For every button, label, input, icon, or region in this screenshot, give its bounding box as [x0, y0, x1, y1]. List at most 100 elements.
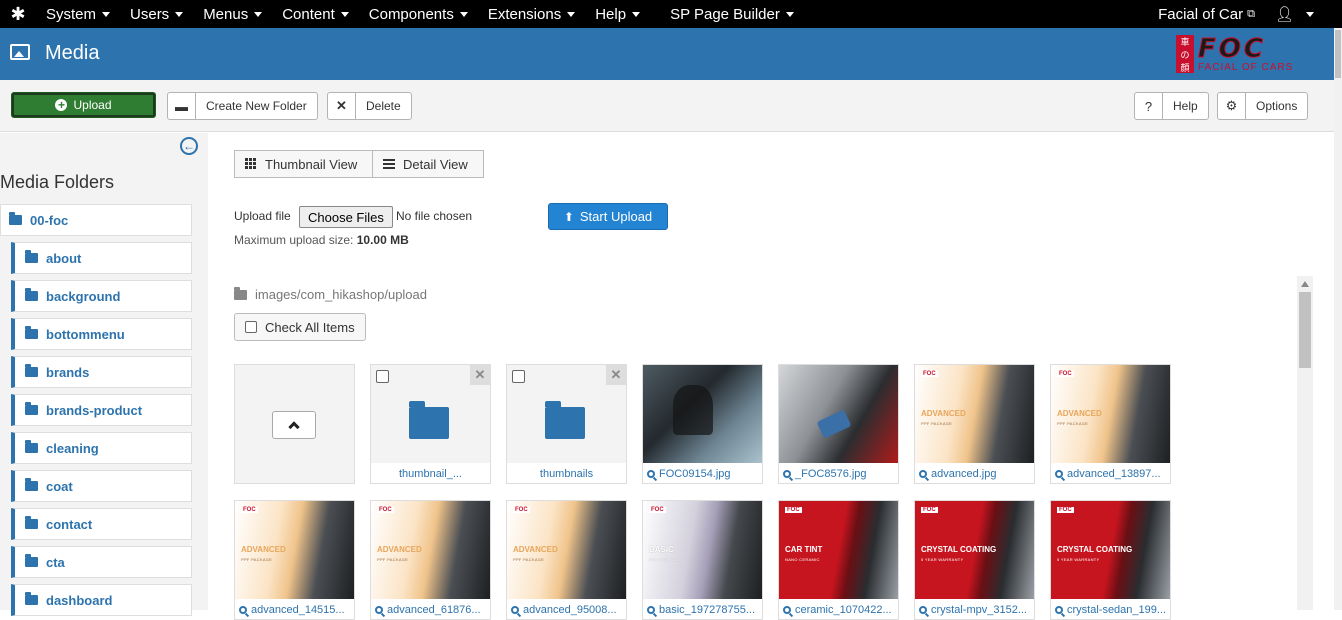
menu-label: Extensions [487, 5, 562, 23]
joomla-icon[interactable]: ✱ [0, 0, 36, 28]
file-caption[interactable]: ceramic_1070422... [779, 601, 898, 619]
check-all-button[interactable]: Check All Items [234, 313, 366, 341]
sidebar-folder-brands[interactable]: brands [11, 356, 192, 388]
image-preview[interactable]: FOC ADVANCED PPF PACKAGE [507, 501, 626, 599]
image-tile[interactable]: FOC ADVANCED PPF PACKAGE advanced_13897... [1050, 364, 1171, 484]
file-name[interactable]: thumbnail_... [371, 465, 490, 483]
folder-tile[interactable]: ✕ thumbnail_... [370, 364, 491, 484]
image-tile[interactable]: FOC ADVANCED PPF PACKAGE advanced_14515... [234, 500, 355, 620]
image-preview[interactable]: FOC BASIC PPF PACKAGE [643, 501, 762, 599]
file-caption[interactable]: advanced_13897... [1051, 465, 1170, 483]
thumbnail-view-button[interactable]: Thumbnail View [234, 150, 373, 178]
image-preview[interactable]: FOC CRYSTAL COATING 5 YEAR WARRANTY [915, 501, 1034, 599]
menu-extensions[interactable]: Extensions [478, 0, 585, 28]
foc-mini-logo: FOC [377, 507, 394, 513]
image-preview[interactable]: FOC CAR TINT NANO CERAMIC [779, 501, 898, 599]
sidebar-folder-coat[interactable]: coat [11, 470, 192, 502]
file-caption[interactable]: _FOC8576.jpg [779, 465, 898, 483]
menu-content[interactable]: Content [272, 0, 359, 28]
detail-view-button[interactable]: Detail View [372, 150, 484, 178]
close-icon: ✕ [328, 93, 356, 119]
up-folder-button[interactable] [272, 411, 316, 439]
menu-help[interactable]: Help [585, 0, 650, 28]
parent-folder-tile[interactable] [234, 364, 355, 484]
zoom-icon [1055, 470, 1063, 478]
file-caption[interactable]: crystal-sedan_199... [1051, 601, 1170, 619]
zoom-icon [783, 470, 791, 478]
sidebar-folder-contact[interactable]: contact [11, 508, 192, 540]
scrollbar-thumb[interactable] [1299, 292, 1311, 368]
image-tile[interactable]: FOC CRYSTAL COATING 5 YEAR WARRANTY crystal… [1050, 500, 1171, 620]
image-thumbnail [779, 365, 898, 463]
site-link[interactable]: Facial of Car ⧉ [1148, 0, 1265, 28]
image-tile[interactable]: FOC CRYSTAL COATING 5 YEAR WARRANTY crystal… [914, 500, 1035, 620]
file-caption[interactable]: advanced.jpg [915, 465, 1034, 483]
sidebar-folder-00-foc[interactable]: 00-foc [0, 204, 192, 236]
file-caption[interactable]: basic_197278755... [643, 601, 762, 619]
caret-down-icon [254, 11, 263, 17]
toolbar: ▬ Create New Folder ✕ Delete ? Help ⚙ Op… [0, 80, 1334, 132]
image-preview[interactable]: FOC ADVANCED PPF PACKAGE [235, 501, 354, 599]
thumbnail-subtext: PPF PACKAGE [513, 557, 545, 562]
sidebar-folder-bottommenu[interactable]: bottommenu [11, 318, 192, 350]
menu-components[interactable]: Components [359, 0, 478, 28]
menu-sp-page-builder[interactable]: SP Page Builder [650, 0, 804, 28]
image-tile[interactable]: FOC CAR TINT NANO CERAMIC ceramic_1070422..… [778, 500, 899, 620]
image-preview[interactable] [643, 365, 762, 463]
collapse-sidebar-icon[interactable]: ← [180, 137, 198, 155]
sidebar-folder-brands-product[interactable]: brands-product [11, 394, 192, 426]
file-caption[interactable]: advanced_61876... [371, 601, 490, 619]
folder-icon: ▬ [168, 93, 196, 119]
start-upload-button[interactable]: ⬆ Start Upload [548, 203, 668, 230]
delete-item-icon[interactable]: ✕ [606, 365, 626, 385]
image-tile[interactable]: FOC09154.jpg [642, 364, 763, 484]
choose-files-button[interactable]: Choose Files [299, 206, 393, 228]
folder-icon [409, 401, 449, 439]
sidebar-folder-dashboard[interactable]: dashboard [11, 584, 192, 616]
folder-tile[interactable]: ✕ thumbnails [506, 364, 627, 484]
user-menu[interactable]: 👤︎ [1265, 0, 1342, 28]
check-all-label: Check All Items [265, 319, 355, 335]
image-tile[interactable]: FOC ADVANCED PPF PACKAGE advanced_61876... [370, 500, 491, 620]
image-preview[interactable]: FOC ADVANCED PPF PACKAGE [1051, 365, 1170, 463]
folder-icon [25, 478, 38, 491]
image-tile[interactable]: FOC BASIC PPF PACKAGE basic_197278755... [642, 500, 763, 620]
image-tile[interactable]: FOC ADVANCED PPF PACKAGE advanced.jpg [914, 364, 1035, 484]
delete-item-icon[interactable]: ✕ [470, 365, 490, 385]
sidebar-folder-cta[interactable]: cta [11, 546, 192, 578]
thumbnail-heading-text: ADVANCED [1057, 409, 1102, 418]
image-preview[interactable] [779, 365, 898, 463]
create-folder-button[interactable]: ▬ Create New Folder [167, 92, 318, 120]
checkbox[interactable] [245, 321, 257, 333]
folder-icon [25, 516, 38, 529]
image-preview[interactable]: FOC ADVANCED PPF PACKAGE [915, 365, 1034, 463]
image-preview[interactable]: FOC CRYSTAL COATING 5 YEAR WARRANTY [1051, 501, 1170, 599]
upload-file-label: Upload file [234, 209, 291, 223]
checkbox[interactable] [512, 370, 525, 383]
options-button[interactable]: ⚙ Options [1217, 92, 1309, 120]
site-link-label: Facial of Car [1158, 5, 1244, 23]
help-button[interactable]: ? Help [1134, 92, 1209, 120]
menu-users[interactable]: Users [120, 0, 193, 28]
upload-button[interactable]: + Upload [11, 92, 156, 118]
menu-system[interactable]: System [36, 0, 120, 28]
scroll-up-arrow-icon[interactable] [1301, 281, 1309, 287]
file-caption[interactable]: FOC09154.jpg [643, 465, 762, 483]
file-name[interactable]: thumbnails [507, 465, 626, 483]
image-tile[interactable]: FOC ADVANCED PPF PACKAGE advanced_95008... [506, 500, 627, 620]
file-caption[interactable]: advanced_95008... [507, 601, 626, 619]
thumbnail-subtext: PPF PACKAGE [377, 557, 409, 562]
image-preview[interactable]: FOC ADVANCED PPF PACKAGE [371, 501, 490, 599]
checkbox[interactable] [376, 370, 389, 383]
page-scrollbar[interactable] [1334, 28, 1342, 610]
file-caption[interactable]: crystal-mpv_3152... [915, 601, 1034, 619]
sidebar-folder-background[interactable]: background [11, 280, 192, 312]
page-scrollbar-thumb[interactable] [1335, 30, 1341, 78]
sidebar-folder-cleaning[interactable]: cleaning [11, 432, 192, 464]
image-tile[interactable]: _FOC8576.jpg [778, 364, 899, 484]
menu-menus[interactable]: Menus [193, 0, 272, 28]
user-icon: 👤︎ [1274, 6, 1294, 23]
file-caption[interactable]: advanced_14515... [235, 601, 354, 619]
delete-button[interactable]: ✕ Delete [327, 92, 412, 120]
sidebar-folder-about[interactable]: about [11, 242, 192, 274]
